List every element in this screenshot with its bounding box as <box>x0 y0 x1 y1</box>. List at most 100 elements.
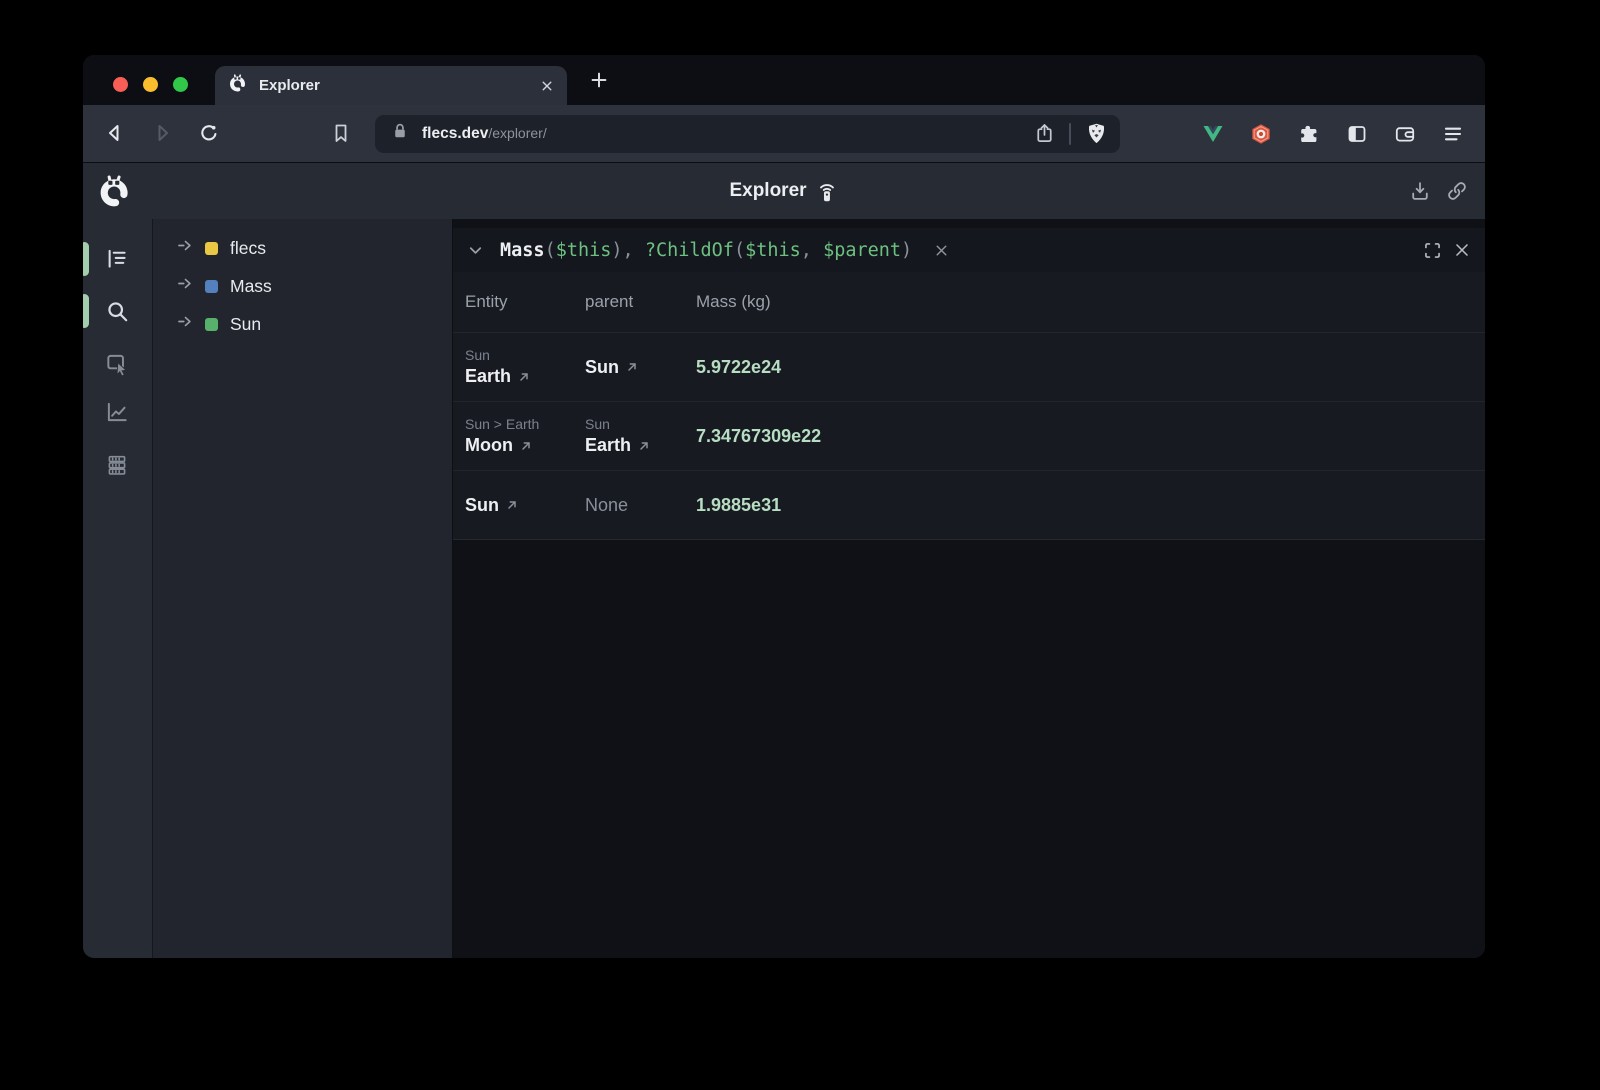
entity-path: Sun > Earth <box>465 416 585 432</box>
share-icon[interactable] <box>1033 122 1056 145</box>
expand-icon[interactable] <box>1422 240 1443 261</box>
puzzle-extensions-icon[interactable] <box>1297 122 1321 146</box>
query-token: $this <box>745 240 801 261</box>
query-clear-icon[interactable] <box>933 242 950 259</box>
mass-value: 7.34767309e22 <box>696 426 821 446</box>
tree-item[interactable]: Sun <box>153 305 452 343</box>
tree-item-label: flecs <box>230 238 266 259</box>
address-bar-divider <box>1069 123 1071 145</box>
entity-tree-panel: flecs Mass Sun <box>152 219 453 958</box>
query-token: $this <box>556 240 612 261</box>
mass-value: 1.9885e31 <box>696 495 781 515</box>
lock-icon <box>389 120 411 147</box>
tab-strip: Explorer <box>83 55 1485 105</box>
query-token: ) <box>611 240 622 261</box>
entity-name[interactable]: Sun <box>465 495 585 516</box>
parent-name[interactable]: Sun <box>585 357 696 378</box>
traffic-light-close[interactable] <box>113 77 128 92</box>
expand-arrow-icon[interactable] <box>175 311 196 337</box>
back-button[interactable] <box>103 121 127 145</box>
page-title: Explorer <box>729 180 806 202</box>
bookmark-icon[interactable] <box>329 121 353 145</box>
flecs-logo-icon <box>97 173 133 214</box>
query-token: ( <box>734 240 745 261</box>
close-icon[interactable] <box>1452 240 1472 260</box>
external-link-icon <box>638 440 650 452</box>
tree-item[interactable]: flecs <box>153 229 452 267</box>
traffic-light-zoom[interactable] <box>173 77 188 92</box>
hexagon-extension-icon[interactable] <box>1249 122 1273 146</box>
browser-toolbar: flecs.dev/explorer/ <box>83 105 1485 162</box>
chart-icon[interactable] <box>104 399 130 425</box>
tree-item-label: Mass <box>230 276 272 297</box>
wallet-icon[interactable] <box>1393 122 1417 146</box>
active-panel-indicator <box>83 242 89 276</box>
browser-window: Explorer flecs.dev/explorer/ <box>83 55 1485 958</box>
flecs-favicon-icon <box>228 73 248 98</box>
column-header-parent: parent <box>585 292 696 312</box>
brave-shield-icon[interactable] <box>1084 121 1109 146</box>
table-row: Sun > Earth Moon Sun Earth 7.34767309e22 <box>453 401 1485 470</box>
copy-link-icon[interactable] <box>1445 179 1469 203</box>
parent-path: Sun <box>585 416 696 432</box>
url-path: /explorer/ <box>488 125 546 141</box>
parent-name: None <box>585 495 696 516</box>
traffic-lights <box>113 77 188 92</box>
external-link-icon <box>518 371 530 383</box>
query-token: $parent <box>823 240 901 261</box>
extension-icons <box>1201 122 1465 146</box>
table-header: Entity parent Mass (kg) <box>453 272 1485 332</box>
query-expression[interactable]: Mass($this), ?ChildOf($this, $parent) <box>500 240 912 261</box>
browser-tab[interactable]: Explorer <box>215 66 567 105</box>
tree-item[interactable]: Mass <box>153 267 452 305</box>
query-token: Mass <box>500 240 545 261</box>
tree-item-color <box>205 280 218 293</box>
menu-icon[interactable] <box>1441 122 1465 146</box>
query-token: ?ChildOf <box>645 240 734 261</box>
column-header-entity: Entity <box>453 292 585 312</box>
query-results-table: Entity parent Mass (kg) Sun Earth Sun 5.… <box>453 272 1485 540</box>
url-text: flecs.dev/explorer/ <box>422 125 1024 143</box>
query-token: ( <box>545 240 556 261</box>
tab-title: Explorer <box>259 77 529 94</box>
search-icon[interactable] <box>104 298 130 324</box>
query-token: , <box>623 240 645 261</box>
vue-devtools-icon[interactable] <box>1201 122 1225 146</box>
query-token: , <box>801 240 823 261</box>
expand-arrow-icon[interactable] <box>175 235 196 261</box>
icon-sidebar <box>83 219 152 958</box>
inspector-icon[interactable] <box>104 351 130 377</box>
table-row: Sun Earth Sun 5.9722e24 <box>453 332 1485 401</box>
query-header: Mass($this), ?ChildOf($this, $parent) <box>453 228 1485 272</box>
tree-panel-icon[interactable] <box>104 246 130 272</box>
url-domain: flecs.dev <box>422 125 488 142</box>
download-icon[interactable] <box>1408 179 1432 203</box>
remote-connection-icon[interactable] <box>816 180 839 203</box>
entity-name[interactable]: Earth <box>465 366 585 387</box>
tab-close-icon[interactable] <box>540 79 554 93</box>
address-bar[interactable]: flecs.dev/explorer/ <box>375 115 1120 153</box>
external-link-icon <box>506 499 518 511</box>
main-content: flecs Mass Sun Mass($this), ?ChildOf($th… <box>83 219 1485 958</box>
external-link-icon <box>626 361 638 373</box>
reload-button[interactable] <box>197 121 221 145</box>
chevron-down-icon[interactable] <box>466 241 485 260</box>
tree-item-color <box>205 318 218 331</box>
entity-path: Sun <box>465 347 585 363</box>
traffic-light-minimize[interactable] <box>143 77 158 92</box>
active-panel-indicator <box>83 294 89 328</box>
forward-button[interactable] <box>150 121 174 145</box>
entity-name[interactable]: Moon <box>465 435 585 456</box>
new-tab-button[interactable] <box>588 69 610 91</box>
expand-arrow-icon[interactable] <box>175 273 196 299</box>
parent-name[interactable]: Earth <box>585 435 696 456</box>
external-link-icon <box>520 440 532 452</box>
mass-value: 5.9722e24 <box>696 357 781 377</box>
app-header: Explorer <box>83 162 1485 219</box>
stats-icon[interactable] <box>104 452 130 478</box>
tree-item-label: Sun <box>230 314 261 335</box>
sidebar-toggle-icon[interactable] <box>1345 122 1369 146</box>
column-header-mass: Mass (kg) <box>696 292 1485 312</box>
query-token: ) <box>901 240 912 261</box>
table-row: Sun None 1.9885e31 <box>453 470 1485 539</box>
